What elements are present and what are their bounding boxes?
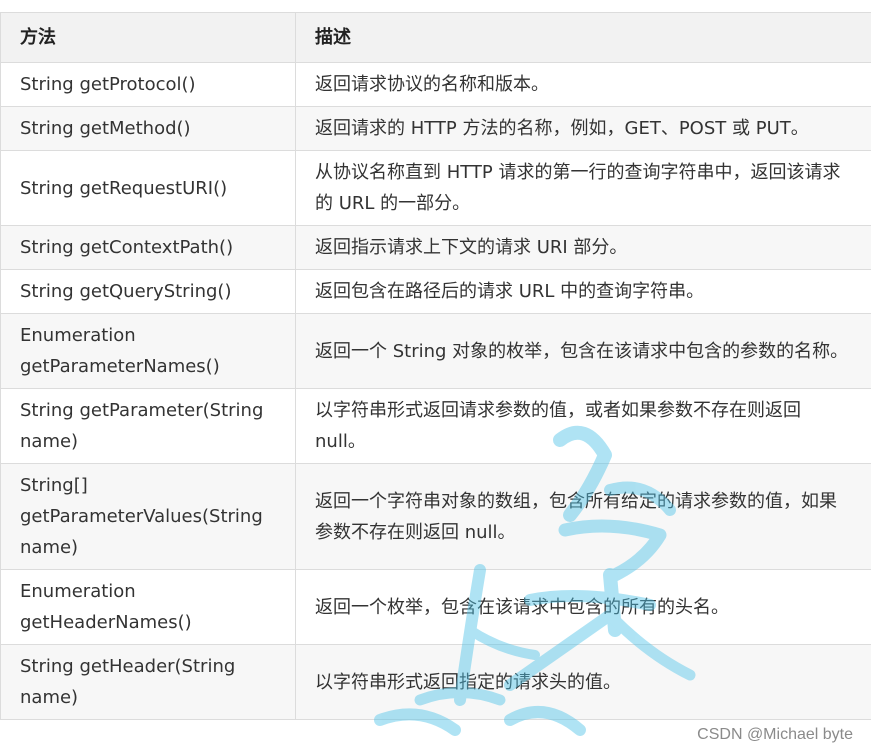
description-cell: 返回请求的 HTTP 方法的名称，例如，GET、POST 或 PUT。 <box>295 106 871 151</box>
description-cell: 返回一个字符串对象的数组，包含所有给定的请求参数的值，如果参数不存在则返回 nu… <box>295 463 871 570</box>
method-cell: String getParameter(String name) <box>0 388 296 464</box>
method-cell: String getQueryString() <box>0 269 296 314</box>
table-row: String getParameter(String name) 以字符串形式返… <box>0 388 871 464</box>
description-cell: 返回一个 String 对象的枚举，包含在该请求中包含的参数的名称。 <box>295 313 871 389</box>
method-cell: Enumeration getHeaderNames() <box>0 569 296 645</box>
csdn-watermark-label: CSDN @Michael byte <box>693 724 857 746</box>
table-row: String getProtocol() 返回请求协议的名称和版本。 <box>0 62 871 107</box>
table-row: String getContextPath() 返回指示请求上下文的请求 URI… <box>0 225 871 270</box>
method-cell: Enumeration getParameterNames() <box>0 313 296 389</box>
table-row: String[] getParameterValues(String name)… <box>0 463 871 570</box>
method-column-header: 方法 <box>0 12 296 63</box>
description-cell: 以字符串形式返回指定的请求头的值。 <box>295 644 871 720</box>
table-row: String getQueryString() 返回包含在路径后的请求 URL … <box>0 269 871 314</box>
table-row: Enumeration getHeaderNames() 返回一个枚举，包含在该… <box>0 569 871 645</box>
description-cell: 以字符串形式返回请求参数的值，或者如果参数不存在则返回 null。 <box>295 388 871 464</box>
description-cell: 从协议名称直到 HTTP 请求的第一行的查询字符串中，返回该请求的 URL 的一… <box>295 150 871 226</box>
method-cell: String getHeader(String name) <box>0 644 296 720</box>
description-cell: 返回指示请求上下文的请求 URI 部分。 <box>295 225 871 270</box>
method-cell: String getProtocol() <box>0 62 296 107</box>
method-cell: String getMethod() <box>0 106 296 151</box>
table-row: String getHeader(String name) 以字符串形式返回指定… <box>0 644 871 720</box>
method-cell: String getContextPath() <box>0 225 296 270</box>
table-row: String getRequestURI() 从协议名称直到 HTTP 请求的第… <box>0 150 871 226</box>
table-header-row: 方法 描述 <box>0 12 871 63</box>
description-cell: 返回请求协议的名称和版本。 <box>295 62 871 107</box>
description-column-header: 描述 <box>295 12 871 63</box>
page: 方法 描述 String getProtocol() 返回请求协议的名称和版本。… <box>0 0 871 756</box>
api-methods-table: 方法 描述 String getProtocol() 返回请求协议的名称和版本。… <box>0 12 871 720</box>
method-cell: String getRequestURI() <box>0 150 296 226</box>
description-cell: 返回一个枚举，包含在该请求中包含的所有的头名。 <box>295 569 871 645</box>
table-row: Enumeration getParameterNames() 返回一个 Str… <box>0 313 871 389</box>
method-cell: String[] getParameterValues(String name) <box>0 463 296 570</box>
table-row: String getMethod() 返回请求的 HTTP 方法的名称，例如，G… <box>0 106 871 151</box>
description-cell: 返回包含在路径后的请求 URL 中的查询字符串。 <box>295 269 871 314</box>
